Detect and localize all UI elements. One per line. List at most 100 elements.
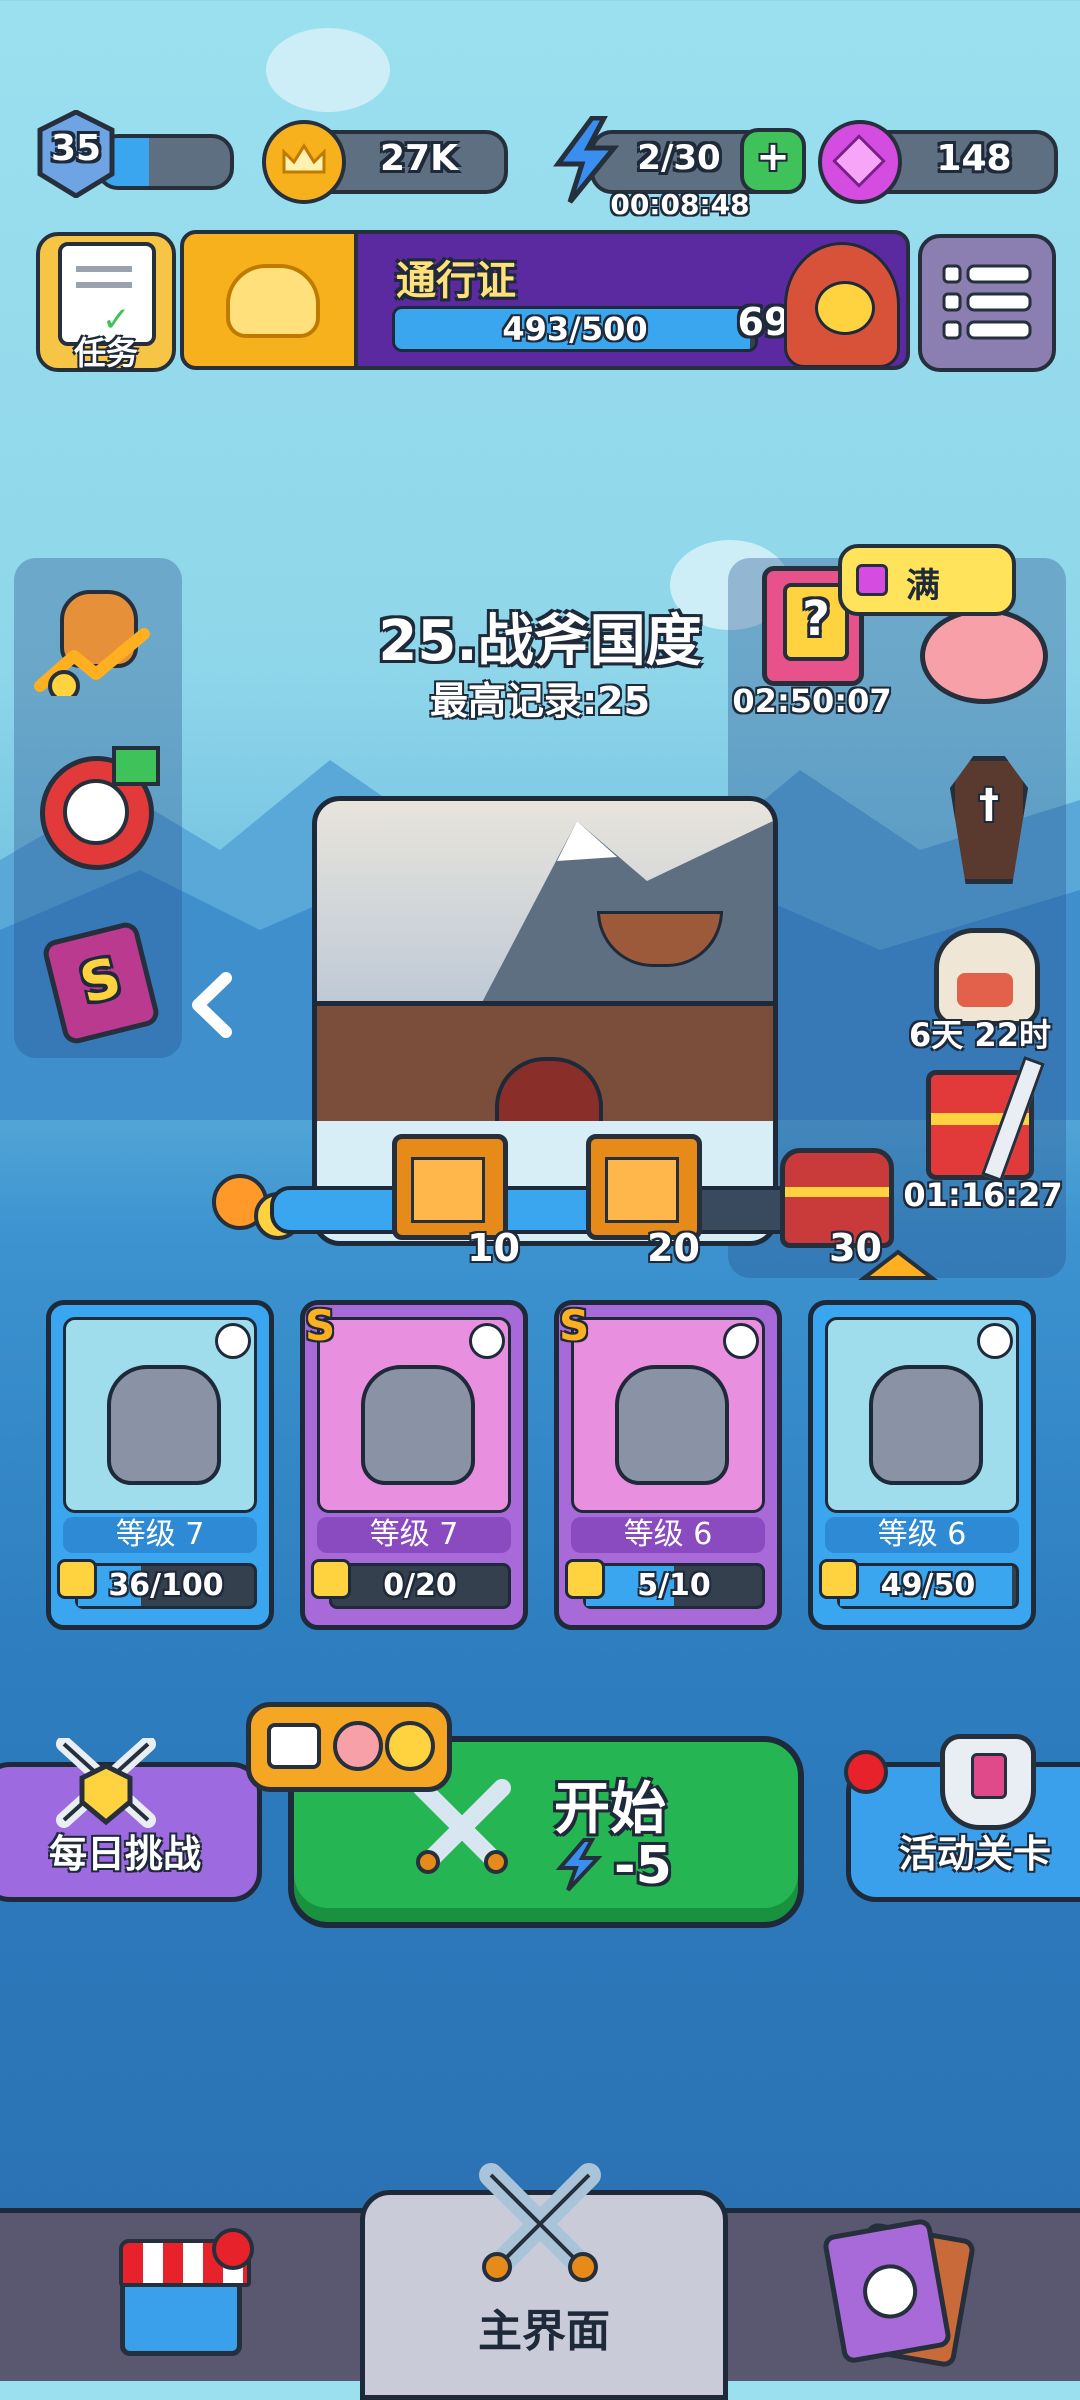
puzzle-piece-icon: [57, 1559, 97, 1599]
best-record: 最高记录:25: [429, 679, 651, 723]
gem-icon: [856, 564, 888, 596]
nav-cards-button[interactable]: [820, 2217, 980, 2369]
coffin-button[interactable]: †: [938, 752, 1038, 884]
water-drop-icon: [723, 1323, 759, 1359]
player-level: 35: [50, 128, 102, 169]
crossed-swords-shield-icon: [56, 1738, 156, 1828]
growth-arrow-icon: [34, 628, 150, 696]
stage-title: 25.战斧国度: [378, 609, 702, 674]
menu-button[interactable]: [918, 234, 1056, 372]
nav-main-button[interactable]: 主界面: [360, 2163, 728, 2400]
hero-fragment-bar: 49/50: [837, 1563, 1019, 1609]
cloud-decoration: [266, 28, 390, 112]
lightning-icon: [556, 1838, 602, 1892]
hero-fragments: 0/20: [383, 1568, 457, 1603]
speed-run-button[interactable]: [36, 746, 160, 870]
crossed-swords-icon: [413, 1779, 511, 1874]
chevron-left-icon: [192, 972, 232, 1038]
hero-level: 等级 7: [63, 1517, 257, 1553]
hero-body: [107, 1365, 221, 1485]
video-icon: [267, 1723, 321, 1769]
list-menu-icon: [942, 264, 1032, 340]
hero-fragment-bar: 5/10: [583, 1563, 765, 1609]
milestone-label-1: 10: [467, 1226, 520, 1270]
collapse-arrow-button[interactable]: [186, 970, 240, 1040]
gem-amount: 148: [936, 138, 1012, 179]
milestone-chest-2[interactable]: [586, 1134, 702, 1240]
energy-amount: 2/30: [637, 138, 721, 178]
flag-icon: [112, 746, 160, 786]
piggy-boost-icon: [333, 1721, 383, 1771]
s-card-icon: S: [40, 919, 162, 1047]
hero-card[interactable]: 等级 6 49/50: [808, 1300, 1036, 1630]
battle-pass-banner[interactable]: 通行证 493/500 69: [180, 230, 910, 370]
quest-label: 任务: [73, 334, 138, 372]
piggy-full-text: 满: [906, 566, 940, 606]
pass-progress-text: 493/500: [502, 310, 648, 348]
pass-title: 通行证: [396, 258, 516, 304]
hero-card[interactable]: 等级 7 36/100: [46, 1300, 274, 1630]
season-card-button[interactable]: S: [40, 919, 162, 1047]
piggy-bank-icon: [920, 608, 1048, 704]
card-collection-icon: [821, 2217, 953, 2365]
plus-icon: +: [756, 134, 790, 180]
puzzle-piece-icon: [311, 1559, 351, 1599]
quest-button[interactable]: ✓ 任务: [36, 232, 176, 372]
hero-level: 等级 6: [571, 1517, 765, 1553]
puzzle-piece-icon: [565, 1559, 605, 1599]
start-energy-cost: -5: [614, 1836, 672, 1896]
coin-amount: 27K: [380, 138, 458, 179]
mystery-timer: 02:50:07: [732, 682, 892, 720]
milestone-progress-bar: [270, 1186, 838, 1234]
winged-shield-icon: [940, 1734, 1036, 1830]
hero-body: [869, 1365, 983, 1485]
hero-fragments: 49/50: [880, 1568, 976, 1603]
stage-preview[interactable]: [312, 796, 778, 1246]
hero-level: 等级 7: [317, 1517, 511, 1553]
notification-dot: [844, 1750, 888, 1794]
chevron-up-icon: [858, 1249, 938, 1280]
nav-main-label: 主界面: [478, 2306, 610, 2357]
gem-icon: [818, 120, 902, 204]
piggy-full-bubble: 满: [838, 544, 1016, 616]
chest-timer: 01:16:27: [903, 1176, 1063, 1214]
crown-coin-icon: [262, 120, 346, 204]
hero-rank-badge: S: [559, 1301, 590, 1350]
coffin-icon: †: [950, 756, 1028, 884]
potion-icon: [977, 1323, 1013, 1359]
milestone-label-2: 20: [647, 1226, 700, 1270]
hero-body: [615, 1365, 729, 1485]
crossed-swords-icon: [479, 2163, 601, 2282]
coin-boost-icon: [385, 1721, 435, 1771]
player-level-badge[interactable]: 35: [36, 109, 116, 199]
hero-avatar-icon: [784, 242, 900, 366]
hero-rank-badge: S: [305, 1301, 336, 1350]
hero-fragment-bar: 36/100: [75, 1563, 257, 1609]
event-countdown: 6天 22时: [909, 1016, 1051, 1054]
event-boss-button[interactable]: [912, 920, 1052, 1026]
hero-level: 等级 6: [825, 1517, 1019, 1553]
pass-progress-bar: 493/500: [392, 306, 758, 352]
potion-icon: [215, 1323, 251, 1359]
notification-dot: [212, 2228, 254, 2270]
hero-card[interactable]: 等级 7 0/20 S: [300, 1300, 528, 1630]
nav-shop-button[interactable]: [110, 2228, 254, 2356]
milestone-chest-1[interactable]: [392, 1134, 508, 1240]
start-label: 开始: [554, 1777, 666, 1842]
event-stage-label: 活动关卡: [898, 1832, 1051, 1876]
hero-card[interactable]: 等级 6 5/10 S: [554, 1300, 782, 1630]
hero-body: [361, 1365, 475, 1485]
add-energy-button[interactable]: +: [740, 128, 806, 194]
hero-fragments: 36/100: [108, 1568, 224, 1603]
video-bonus-badge[interactable]: [246, 1702, 452, 1792]
growth-fund-button[interactable]: [34, 586, 156, 696]
bat-icon: [469, 1323, 505, 1359]
xp-bar[interactable]: [96, 134, 234, 190]
pass-ticket: [184, 234, 358, 366]
treasure-chest-button[interactable]: [916, 1056, 1056, 1184]
hero-fragment-bar: 0/20: [329, 1563, 511, 1609]
puzzle-piece-icon: [819, 1559, 859, 1599]
energy-timer: 00:08:48: [610, 188, 750, 221]
hero-fragments: 5/10: [637, 1568, 711, 1603]
pass-item-icon: [226, 264, 320, 338]
